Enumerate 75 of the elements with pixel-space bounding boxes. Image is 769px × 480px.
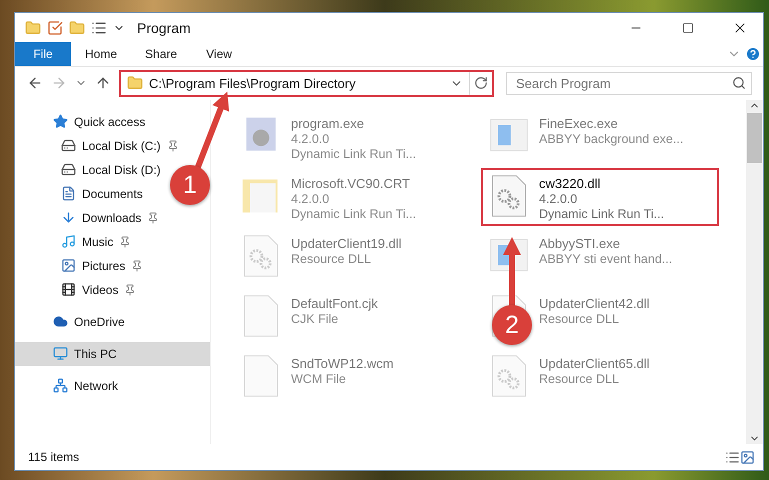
refresh-icon[interactable]: [474, 76, 488, 90]
sidebar-item[interactable]: Local Disk (C:): [15, 134, 185, 158]
star-icon: [53, 114, 68, 130]
file-detail: 4.2.0.0: [291, 132, 330, 146]
sidebar-item-label: Videos: [82, 282, 118, 297]
file-detail: CJK File: [291, 312, 340, 326]
item-count: 115 items: [28, 450, 80, 464]
music-note-icon: [61, 234, 76, 250]
sidebar-item-label: Local Disk (D:): [82, 162, 161, 177]
cloud-icon: [53, 314, 68, 330]
sidebar-item-label: Pictures: [82, 258, 126, 273]
file-detail: Dynamic Link Run Ti...: [291, 206, 416, 221]
sidebar-item-label: Downloads: [82, 210, 142, 225]
file-detail: Resource DLL: [539, 372, 620, 386]
list-icon[interactable]: [91, 20, 107, 36]
folder-icon: [127, 75, 143, 92]
file-name[interactable]: AbbyySTI.exe: [539, 236, 672, 251]
sidebar-item[interactable]: Downloads: [15, 206, 166, 230]
sidebar-item[interactable]: Music: [15, 230, 138, 254]
film-icon: [61, 282, 76, 298]
sidebar-item[interactable]: Network: [15, 374, 124, 398]
file-detail: 4.2.0.0: [539, 192, 578, 206]
properties-icon[interactable]: [47, 20, 63, 36]
annotation-arrow: [503, 237, 521, 308]
file-name[interactable]: Microsoft.VC90.CRT: [291, 176, 416, 191]
file-name[interactable]: UpdaterClient42.dll: [539, 296, 650, 311]
details-view-icon[interactable]: [725, 450, 740, 465]
sidebar-item[interactable]: Documents: [15, 182, 149, 206]
search-field[interactable]: Search Program: [506, 72, 752, 95]
ribbon-tab[interactable]: Share: [131, 42, 192, 66]
file-detail: Resource DLL: [539, 312, 620, 326]
file-name[interactable]: SndToWP12.wcm: [291, 356, 394, 371]
sidebar-item[interactable]: Pictures: [15, 254, 150, 278]
file-name[interactable]: UpdaterClient65.dll: [539, 356, 650, 371]
scrollbar[interactable]: [746, 100, 763, 444]
sidebar-item[interactable]: Videos: [15, 278, 142, 302]
picture-icon: [61, 258, 76, 274]
maximize-icon[interactable]: [682, 22, 694, 34]
file-detail: Dynamic Link Run Ti...: [291, 146, 416, 161]
file-name[interactable]: UpdaterClient19.dll: [291, 236, 402, 251]
document-icon: [61, 186, 76, 202]
file-detail: WCM File: [291, 372, 347, 386]
address-bar[interactable]: C:\Program Files\Program Directory: [119, 70, 494, 97]
file-name[interactable]: cw3220.dll: [539, 176, 664, 191]
ribbon-tab[interactable]: Home: [71, 42, 132, 66]
sidebar-item[interactable]: This PC: [15, 342, 210, 366]
ribbon-tab[interactable]: File: [15, 42, 71, 66]
help-icon[interactable]: [745, 46, 761, 62]
file-name[interactable]: DefaultFont.cjk: [291, 296, 378, 311]
sidebar-item[interactable]: Local Disk (D:): [15, 158, 167, 182]
sidebar-item-label: Quick access: [74, 114, 146, 129]
network-icon: [53, 378, 68, 394]
ribbon-tab[interactable]: View: [191, 42, 248, 66]
scrollbar-thumb[interactable]: [747, 112, 762, 163]
file-detail: Resource DLL: [291, 252, 372, 266]
sidebar-item-label: Local Disk (C:): [82, 138, 161, 153]
download-icon: [61, 210, 76, 226]
monitor-icon: [53, 346, 68, 362]
tiles-view-icon[interactable]: [740, 450, 755, 465]
window-title: Program: [137, 20, 192, 36]
sidebar-item-label: This PC: [74, 346, 118, 361]
file-detail: Dynamic Link Run Ti...: [539, 206, 664, 221]
file-name[interactable]: program.exe: [291, 116, 416, 131]
address-path: C:\Program Files\Program Directory: [149, 76, 357, 91]
file-detail: 4.2.0.0: [291, 192, 330, 206]
sidebar-item-label: Network: [74, 378, 118, 393]
sidebar-item[interactable]: Quick access: [15, 110, 152, 134]
file-detail: ABBYY sti event hand...: [539, 252, 672, 266]
file-detail: ABBYY background exe...: [539, 132, 684, 146]
sidebar-item-label: OneDrive: [74, 314, 125, 329]
sidebar-item-label: Documents: [82, 186, 143, 201]
search-icon[interactable]: [732, 76, 746, 90]
sidebar-item-label: Music: [82, 234, 114, 249]
file-name[interactable]: FineExec.exe: [539, 116, 684, 131]
sidebar-item[interactable]: OneDrive: [15, 310, 131, 334]
